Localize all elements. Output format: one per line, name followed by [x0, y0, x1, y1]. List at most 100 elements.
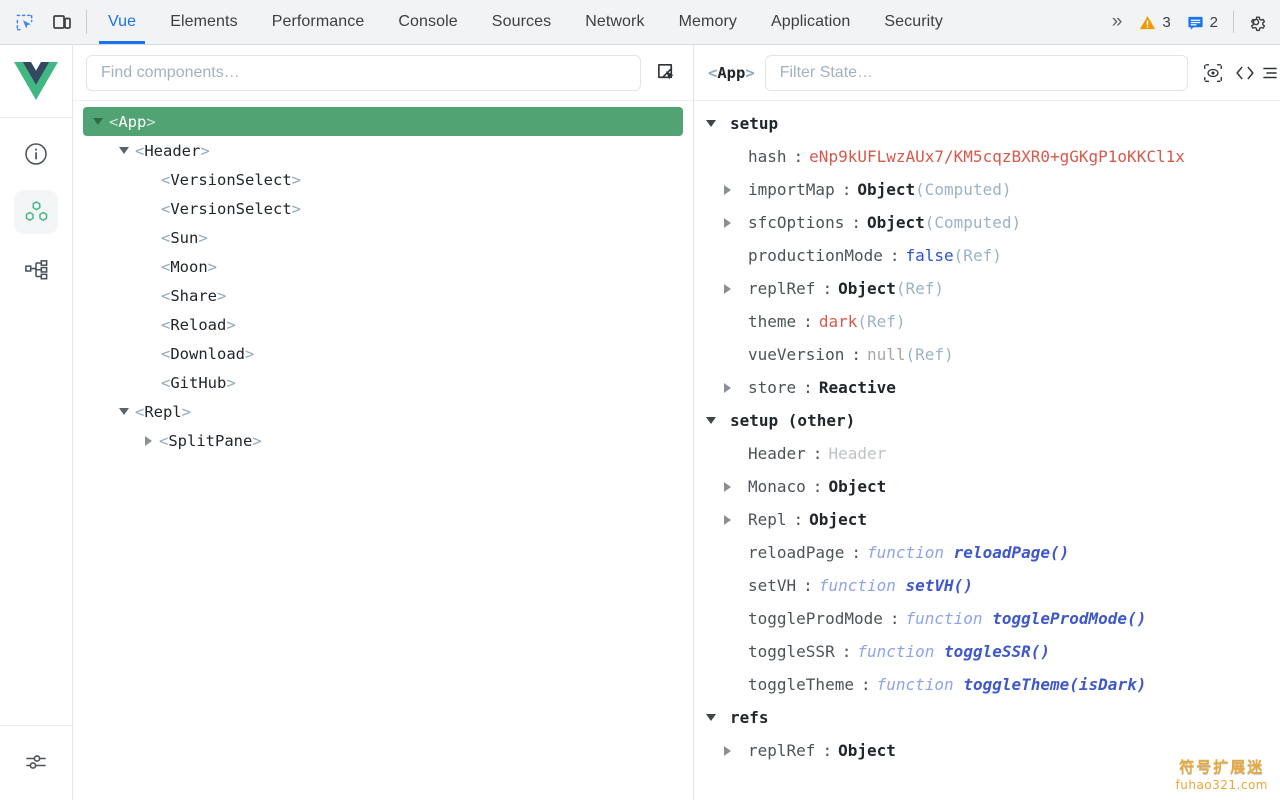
row-toggle-icon[interactable] [724, 482, 748, 492]
tab-label: Elements [170, 13, 238, 31]
state-group-setup-other[interactable]: setup (other) [694, 404, 1280, 437]
row-toggle-icon[interactable] [724, 746, 748, 756]
row-toggle-icon[interactable] [724, 185, 748, 195]
state-key: Header [748, 444, 806, 463]
filter-state-input[interactable] [780, 64, 1173, 82]
tab-vue[interactable]: Vue [91, 0, 153, 44]
tab-application[interactable]: Application [754, 0, 867, 44]
tree-node-header[interactable]: <Header> [83, 136, 683, 165]
function-keyword: function [819, 576, 896, 595]
rail-bottom-group [0, 725, 72, 800]
state-row-replref-setup[interactable]: replRef : Object(Ref) [694, 272, 1280, 305]
tree-node-app[interactable]: <App> [83, 107, 683, 136]
sidebar-item-info[interactable] [14, 132, 58, 176]
tree-node-moon[interactable]: <Moon> [83, 252, 683, 281]
search-input[interactable] [101, 64, 626, 82]
tree-node-sun[interactable]: <Sun> [83, 223, 683, 252]
tree-node-label: Header [144, 142, 200, 160]
tree-node-label: Sun [170, 229, 198, 247]
scroll-into-view-icon[interactable] [1198, 58, 1228, 88]
state-row-header[interactable]: Header : Header [694, 437, 1280, 470]
tree-toggle-icon[interactable] [87, 118, 109, 125]
group-toggle-icon[interactable] [706, 417, 730, 424]
toolbar-right-group: » 3 2 [1102, 0, 1280, 44]
tab-console[interactable]: Console [381, 0, 474, 44]
state-inspector-list[interactable]: setup hash : eNp9kUFLwzAUx7/KM5cqzBXR0+g… [694, 101, 1280, 800]
state-row-sfcoptions[interactable]: sfcOptions : Object(Computed) [694, 206, 1280, 239]
tree-node-label: SplitPane [168, 432, 252, 450]
tab-performance[interactable]: Performance [255, 0, 382, 44]
state-row-vueversion[interactable]: vueVersion : null(Ref) [694, 338, 1280, 371]
warning-count: 3 [1162, 14, 1170, 31]
filter-state-box[interactable] [765, 55, 1188, 91]
state-value-meta: (Ref) [857, 312, 905, 331]
tree-node-splitpane[interactable]: <SplitPane> [83, 426, 683, 455]
row-toggle-icon[interactable] [724, 383, 748, 393]
state-row-monaco[interactable]: Monaco : Object [694, 470, 1280, 503]
open-in-editor-code-icon[interactable] [1230, 58, 1260, 88]
message-badge[interactable]: 2 [1180, 8, 1225, 36]
function-keyword: function [857, 642, 934, 661]
state-group-setup[interactable]: setup [694, 107, 1280, 140]
state-row-togglessr[interactable]: toggleSSR : function toggleSSR() [694, 635, 1280, 668]
tab-elements[interactable]: Elements [153, 0, 255, 44]
state-row-toggleprodmode[interactable]: toggleProdMode : function toggleProdMode… [694, 602, 1280, 635]
tree-toggle-icon[interactable] [113, 408, 135, 415]
sidebar-item-timeline-tree[interactable] [14, 248, 58, 292]
tab-label: Sources [492, 13, 551, 31]
tree-node-versionselect-2[interactable]: <VersionSelect> [83, 194, 683, 223]
state-row-hash[interactable]: hash : eNp9kUFLwzAUx7/KM5cqzBXR0+gGKgP1o… [694, 140, 1280, 173]
component-tree-pane: <App> <Header> <VersionSelect> <VersionS… [73, 45, 694, 800]
state-value: Header [828, 444, 886, 463]
state-group-refs[interactable]: refs [694, 701, 1280, 734]
tab-security[interactable]: Security [867, 0, 960, 44]
pointer-select-icon[interactable] [651, 58, 681, 88]
state-row-setvh[interactable]: setVH : function setVH() [694, 569, 1280, 602]
settings-sliders-icon [23, 749, 49, 775]
group-toggle-icon[interactable] [706, 714, 730, 721]
tree-node-reload[interactable]: <Reload> [83, 310, 683, 339]
tab-network[interactable]: Network [568, 0, 661, 44]
state-value: Reactive [819, 378, 896, 397]
state-row-toggletheme[interactable]: toggleTheme : function toggleTheme(isDar… [694, 668, 1280, 701]
state-value: reloadPage() [954, 543, 1070, 562]
timeline-tree-icon [23, 257, 50, 284]
sidebar-item-settings[interactable] [14, 740, 58, 784]
state-row-repl[interactable]: Repl : Object [694, 503, 1280, 536]
inspect-element-icon[interactable] [10, 8, 38, 36]
state-key: toggleSSR [748, 642, 835, 661]
state-row-theme[interactable]: theme : dark(Ref) [694, 305, 1280, 338]
row-toggle-icon[interactable] [724, 515, 748, 525]
search-components-box[interactable] [86, 55, 641, 91]
state-value-meta: (Ref) [896, 279, 944, 298]
tree-node-github[interactable]: <GitHub> [83, 368, 683, 397]
tree-node-repl[interactable]: <Repl> [83, 397, 683, 426]
group-toggle-icon[interactable] [706, 120, 730, 127]
row-toggle-icon[interactable] [724, 218, 748, 228]
state-row-productionmode[interactable]: productionMode : false(Ref) [694, 239, 1280, 272]
state-row-replref[interactable]: replRef : Object [694, 734, 1280, 767]
tree-toggle-icon[interactable] [137, 436, 159, 446]
tree-node-label: Download [170, 345, 245, 363]
tree-node-download[interactable]: <Download> [83, 339, 683, 368]
component-tree-list[interactable]: <App> <Header> <VersionSelect> <VersionS… [73, 101, 693, 800]
sidebar-item-components[interactable] [14, 190, 58, 234]
tree-node-versionselect-1[interactable]: <VersionSelect> [83, 165, 683, 194]
state-key: theme [748, 312, 796, 331]
tree-node-share[interactable]: <Share> [83, 281, 683, 310]
state-row-store[interactable]: store : Reactive [694, 371, 1280, 404]
state-row-importmap[interactable]: importMap : Object(Computed) [694, 173, 1280, 206]
state-row-reloadpage[interactable]: reloadPage : function reloadPage() [694, 536, 1280, 569]
toolbar-divider-right [1233, 11, 1234, 33]
more-options-menu-icon[interactable] [1262, 58, 1278, 88]
tab-memory[interactable]: Memory [662, 0, 754, 44]
tree-toggle-icon[interactable] [113, 147, 135, 154]
warning-badge[interactable]: 3 [1132, 8, 1177, 36]
state-value: Object [838, 741, 896, 760]
tab-sources[interactable]: Sources [475, 0, 568, 44]
more-tabs-chevron-icon[interactable]: » [1102, 11, 1131, 33]
row-toggle-icon[interactable] [724, 284, 748, 294]
device-toolbar-icon[interactable] [48, 8, 76, 36]
info-icon [23, 141, 49, 167]
gear-icon[interactable] [1242, 8, 1270, 36]
